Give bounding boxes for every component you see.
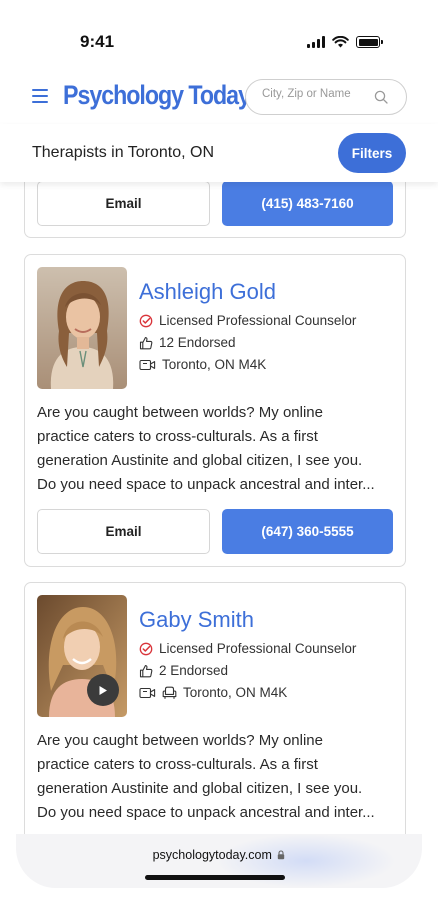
- url-text: psychologytoday.com: [152, 848, 272, 862]
- url-display[interactable]: psychologytoday.com: [16, 848, 422, 862]
- endorsed-count: 2 Endorsed: [159, 663, 229, 678]
- search-box[interactable]: [245, 79, 407, 115]
- status-bar: 9:41: [0, 0, 438, 66]
- therapist-photo[interactable]: [37, 595, 127, 717]
- bio-line: Do you need space to unpack ancestral an…: [37, 476, 375, 493]
- credential-row: Licensed Professional Counselor: [139, 641, 356, 656]
- battery-icon: [356, 36, 383, 48]
- browser-address-bar[interactable]: psychologytoday.com: [16, 834, 422, 888]
- location-row: Toronto, ON M4K: [139, 685, 287, 700]
- lock-icon: [278, 850, 285, 860]
- bio-line: Do you need space to unpack ancestral an…: [37, 804, 375, 821]
- status-icons: [307, 36, 383, 48]
- location-text: Toronto, ON M4K: [162, 357, 267, 372]
- home-indicator[interactable]: [145, 875, 285, 880]
- verified-check-icon: [139, 314, 153, 327]
- location-text: Toronto, ON M4K: [183, 685, 288, 700]
- email-button[interactable]: Email: [37, 509, 210, 554]
- hamburger-menu-icon[interactable]: [32, 89, 48, 103]
- thumbs-up-icon: [139, 664, 153, 677]
- in-person-armchair-icon: [162, 686, 177, 699]
- therapist-card[interactable]: Gaby Smith Licensed Professional Counsel…: [24, 582, 406, 834]
- play-video-icon[interactable]: [87, 674, 119, 706]
- wifi-icon: [332, 36, 349, 48]
- endorsed-count: 12 Endorsed: [159, 335, 236, 350]
- bio-line: practice caters to cross-culturals. As a…: [37, 428, 318, 445]
- thumbs-up-icon: [139, 336, 153, 349]
- email-button[interactable]: Email: [37, 182, 210, 226]
- bio-line: Are you caught between worlds? My online: [37, 404, 323, 421]
- location-row: Toronto, ON M4K: [139, 357, 266, 372]
- endorsed-row: 2 Endorsed: [139, 663, 228, 678]
- contact-buttons: Email (415) 483-7160: [37, 182, 393, 226]
- bio-line: generation Austinite and global citizen,…: [37, 452, 363, 469]
- bio-line: generation Austinite and global citizen,…: [37, 780, 363, 797]
- therapist-name[interactable]: Gaby Smith: [139, 607, 254, 633]
- phone-button[interactable]: (647) 360-5555: [222, 509, 393, 554]
- contact-buttons: Email (647) 360-5555: [37, 509, 393, 554]
- verified-check-icon: [139, 642, 153, 655]
- therapist-card[interactable]: Ashleigh Gold Licensed Professional Coun…: [24, 254, 406, 567]
- credential-text: Licensed Professional Counselor: [159, 641, 357, 656]
- therapist-bio[interactable]: Are you caught between worlds? My online…: [37, 729, 397, 825]
- filters-button[interactable]: Filters: [338, 133, 406, 173]
- credential-text: Licensed Professional Counselor: [159, 313, 357, 328]
- therapist-photo[interactable]: [37, 267, 127, 389]
- endorsed-row: 12 Endorsed: [139, 335, 236, 350]
- results-subheader: Therapists in Toronto, ON Filters: [0, 124, 438, 182]
- psychology-today-logo[interactable]: Psychology Today: [63, 80, 251, 111]
- search-input[interactable]: [262, 88, 372, 100]
- search-icon[interactable]: [374, 90, 388, 104]
- therapist-card: Email (415) 483-7160: [24, 182, 406, 238]
- therapist-name[interactable]: Ashleigh Gold: [139, 279, 276, 305]
- page-title: Therapists in Toronto, ON: [32, 144, 215, 161]
- bio-line: Are you caught between worlds? My online: [37, 732, 323, 749]
- video-session-icon: [139, 359, 156, 370]
- phone-button[interactable]: (415) 483-7160: [222, 182, 393, 226]
- cellular-signal-icon: [307, 36, 325, 48]
- credential-row: Licensed Professional Counselor: [139, 313, 356, 328]
- results-list[interactable]: Email (415) 483-7160 Ashleigh Gold Licen…: [0, 182, 438, 834]
- site-header: Psychology Today: [0, 72, 438, 122]
- bio-line: practice caters to cross-culturals. As a…: [37, 756, 318, 773]
- status-time: 9:41: [80, 32, 115, 51]
- therapist-bio[interactable]: Are you caught between worlds? My online…: [37, 401, 397, 497]
- video-session-icon: [139, 687, 156, 698]
